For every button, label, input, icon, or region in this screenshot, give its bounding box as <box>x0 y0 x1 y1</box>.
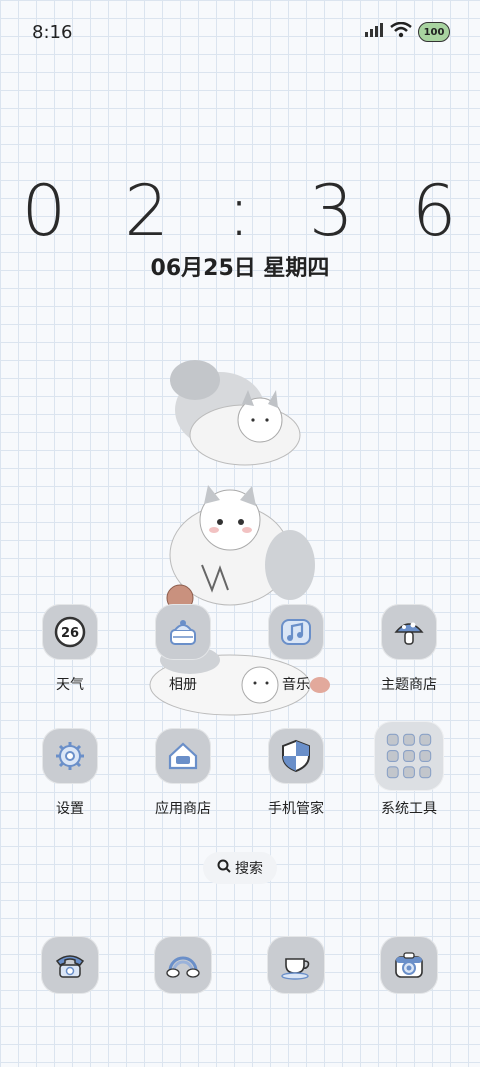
weather-temperature: 26 <box>61 626 79 641</box>
dock-browser[interactable] <box>246 936 346 994</box>
dock-messages[interactable] <box>133 936 233 994</box>
battery-indicator: 100 <box>418 22 450 42</box>
status-bar: 8:16 100 <box>0 0 480 68</box>
app-weather[interactable]: 26 天气 <box>20 604 120 694</box>
phone-icon[interactable] <box>41 936 99 994</box>
search-label: 搜索 <box>235 861 263 877</box>
weather-icon[interactable]: 26 <box>42 604 98 660</box>
clock-time[interactable]: 0 2 : 3 6 <box>0 170 480 252</box>
status-time: 8:16 <box>32 22 73 43</box>
camera-icon[interactable] <box>380 936 438 994</box>
signal-icon <box>364 22 384 42</box>
music-icon[interactable] <box>268 604 324 660</box>
search-icon <box>217 859 231 877</box>
settings-gear-icon[interactable] <box>42 728 98 784</box>
app-label: 天气 <box>56 677 84 693</box>
app-label: 相册 <box>169 677 197 693</box>
app-settings[interactable]: 设置 <box>20 728 120 818</box>
app-phone-manager[interactable]: 手机管家 <box>246 728 346 818</box>
status-icons: 100 <box>364 21 450 42</box>
app-system-tools[interactable]: 系统工具 <box>359 721 459 818</box>
clock-date: 06月25日 星期四 <box>150 256 330 281</box>
app-theme-store[interactable]: 主题商店 <box>359 604 459 694</box>
dock-camera[interactable] <box>359 936 459 994</box>
app-label: 设置 <box>56 801 84 817</box>
app-label: 应用商店 <box>155 801 211 817</box>
messages-rainbow-icon[interactable] <box>154 936 212 994</box>
app-music[interactable]: 音乐 <box>246 604 346 694</box>
app-gallery[interactable]: 相册 <box>133 604 233 694</box>
wifi-icon <box>390 21 412 42</box>
browser-teacup-icon[interactable] <box>267 936 325 994</box>
app-app-store[interactable]: 应用商店 <box>133 728 233 818</box>
dock-phone[interactable] <box>20 936 120 994</box>
phone-manager-shield-icon[interactable] <box>268 728 324 784</box>
search-button[interactable]: 搜索 <box>203 852 277 884</box>
app-label: 主题商店 <box>381 677 437 693</box>
app-label: 手机管家 <box>268 801 324 817</box>
theme-store-icon[interactable] <box>381 604 437 660</box>
gallery-icon[interactable] <box>155 604 211 660</box>
app-label: 音乐 <box>282 677 310 693</box>
system-tools-folder-icon[interactable] <box>374 721 444 791</box>
app-label: 系统工具 <box>381 801 437 817</box>
app-store-icon[interactable] <box>155 728 211 784</box>
